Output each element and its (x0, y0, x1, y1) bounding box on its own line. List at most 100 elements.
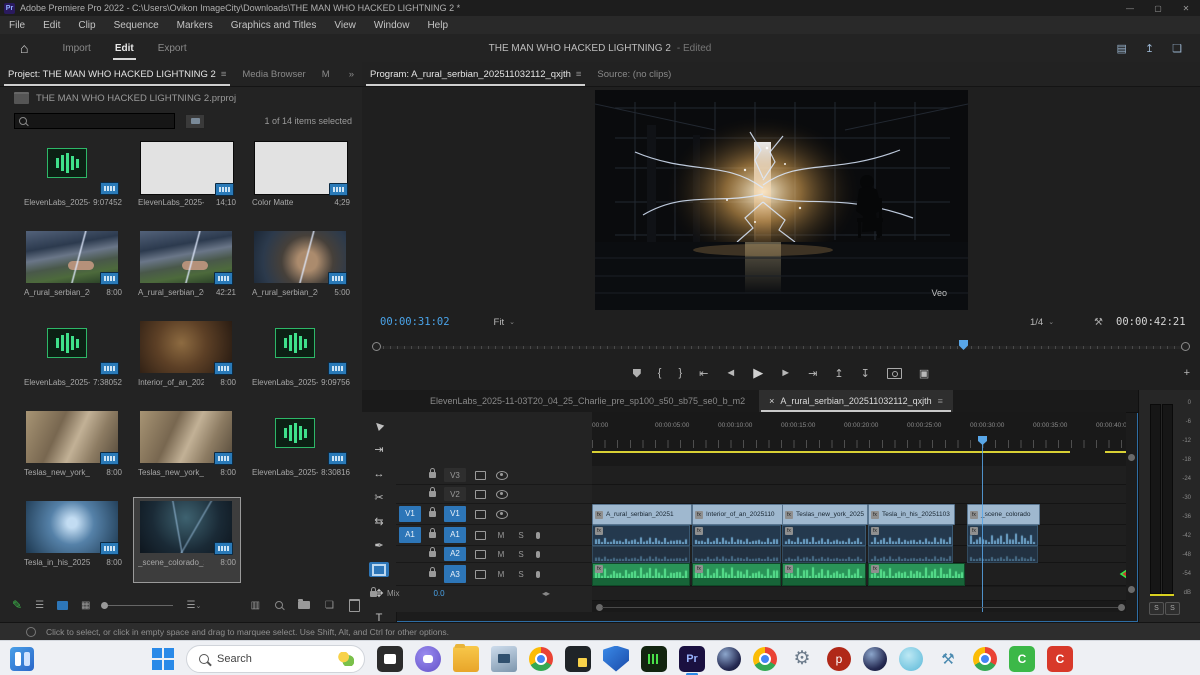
breadcrumb[interactable]: THE MAN WHO HACKED LIGHTNING 2.prproj (0, 87, 362, 109)
timeline-clip-video[interactable]: fxInterior_of_an_2025110 (692, 504, 783, 525)
sync-lock-icon[interactable] (475, 471, 486, 480)
bin-item[interactable]: Color Matte4;29 (248, 138, 354, 222)
timeline-clip-video[interactable]: fx_scene_colorado (967, 504, 1040, 525)
bin-item[interactable]: A_rural_serbian_202..42:21 (134, 228, 240, 312)
bin-item[interactable]: ElevenLabs_2025-..9:09756 (248, 318, 354, 402)
fullscreen-icon[interactable]: ❏ (1172, 42, 1182, 55)
timeline-clip-audio[interactable]: fx (592, 525, 690, 546)
workspace-tab-edit[interactable]: Edit (103, 37, 146, 60)
mix-gain-value[interactable]: 0.0 (433, 589, 444, 598)
track-target-v3[interactable]: V3 (444, 468, 466, 483)
timeline-clip-audio[interactable] (967, 546, 1038, 563)
toggle-track-output-icon[interactable] (496, 510, 508, 519)
hscroll-track[interactable] (602, 607, 1118, 608)
playback-resolution-select[interactable]: 1/4⌄ (1030, 317, 1054, 328)
add-button-icon[interactable]: + (1184, 367, 1190, 379)
automate-to-sequence-icon[interactable]: ▥ (251, 600, 260, 611)
quick-export-icon[interactable]: ▤ (1117, 42, 1127, 55)
widgets-icon[interactable] (10, 647, 34, 671)
bin-item[interactable]: Interior_of_an_202511..8:00 (134, 318, 240, 402)
sync-lock-icon[interactable] (475, 510, 486, 519)
tab-project[interactable]: Project: THE MAN WHO HACKED LIGHTNING 2≡ (0, 62, 234, 86)
tab-sequence-inactive[interactable]: ElevenLabs_2025-11-03T20_04_25_Charlie_p… (430, 396, 745, 406)
panel-menu-icon[interactable]: ≡ (938, 396, 943, 406)
scrubber-right-knob[interactable] (1181, 342, 1190, 351)
mute-button[interactable]: M (496, 531, 506, 540)
solo-button[interactable]: S (516, 531, 526, 540)
play-icon[interactable]: ▶ (753, 365, 763, 381)
add-marker-icon[interactable] (633, 369, 641, 378)
track-target-v2[interactable]: V2 (444, 487, 466, 502)
tab-media-browser[interactable]: Media Browser (234, 62, 313, 86)
settings-wrench-icon[interactable]: ⚒ (1094, 317, 1103, 328)
source-patch[interactable]: A1 (399, 527, 421, 543)
tab-source-monitor[interactable]: Source: (no clips) (589, 62, 679, 86)
list-view-button[interactable]: ☰ (35, 600, 44, 611)
sync-lock-icon[interactable] (475, 550, 486, 559)
device-app-icon[interactable] (491, 646, 517, 672)
timeline-clip-video[interactable]: fxTeslas_new_york_2025 (782, 504, 868, 525)
search-input[interactable] (14, 113, 175, 129)
track-target-a2[interactable]: A2 (444, 547, 466, 560)
solo-left-button[interactable]: S (1149, 602, 1164, 615)
chat-icon[interactable] (415, 646, 441, 672)
lock-icon[interactable] (429, 532, 436, 538)
filter-bin-content-button[interactable] (185, 114, 205, 129)
defender-shield-icon[interactable] (603, 646, 629, 672)
powertoys-icon[interactable]: ⚒ (935, 646, 961, 672)
bin-item[interactable]: ElevenLabs_2025-11-..14;10 (134, 138, 240, 222)
menu-markers[interactable]: Markers (168, 20, 222, 31)
extract-icon[interactable]: ↧ (861, 367, 870, 380)
lock-icon[interactable] (429, 551, 436, 557)
program-timecode[interactable]: 00:00:31:02 (380, 316, 450, 328)
bin-item[interactable]: ElevenLabs_2025-..8:30816 (248, 408, 354, 492)
sync-lock-icon[interactable] (475, 570, 486, 579)
bin-item[interactable]: ElevenLabs_2025-..9:07452 (20, 138, 126, 222)
program-scrubber[interactable] (376, 340, 1186, 350)
track-target-a1[interactable]: A1 (444, 527, 466, 543)
sort-icons-button[interactable]: ☰⌄ (186, 600, 201, 611)
voiceover-record-icon[interactable] (536, 551, 540, 558)
timeline-clip-audio[interactable]: fx (967, 525, 1038, 546)
share-icon[interactable]: ↥ (1145, 42, 1154, 55)
bin-item[interactable]: A_rural_serbian_2025..5:00 (248, 228, 354, 312)
tab-overflow-truncated[interactable]: M (314, 62, 338, 86)
step-forward-icon[interactable]: ► (780, 367, 791, 379)
timeline-tracks-area[interactable]: 00:0000:00:05:0000:00:10:0000:00:15:0000… (592, 412, 1126, 612)
timeline-clip-video[interactable]: fxTesla_in_his_20251103 (868, 504, 955, 525)
toggle-track-output-icon[interactable] (496, 471, 508, 480)
zoom-level-select[interactable]: Fit⌄ (494, 317, 515, 328)
tab-sequence-active[interactable]: × A_rural_serbian_202511032112_qxjth ≡ (759, 390, 953, 412)
new-item-icon[interactable]: ❏ (325, 600, 334, 611)
find-icon[interactable] (275, 601, 283, 609)
mute-button[interactable]: M (496, 550, 506, 559)
voiceover-record-icon[interactable] (536, 532, 540, 539)
menu-view[interactable]: View (325, 20, 365, 31)
sync-lock-icon[interactable] (475, 531, 486, 540)
minimize-button[interactable]: — (1116, 4, 1144, 13)
pen-tool[interactable]: ✒ (369, 538, 389, 553)
solo-button[interactable]: S (516, 570, 526, 579)
ripple-edit-tool[interactable]: ↔ (369, 466, 389, 481)
vzoom-bottom-knob[interactable] (1128, 586, 1135, 593)
menu-clip[interactable]: Clip (69, 20, 104, 31)
chrome-profile-icon[interactable] (753, 647, 777, 671)
menu-graphics-and-titles[interactable]: Graphics and Titles (222, 20, 326, 31)
bin-item[interactable]: ElevenLabs_2025-..7:38052 (20, 318, 126, 402)
panel-menu-icon[interactable]: ≡ (221, 69, 227, 80)
voiceover-record-icon[interactable] (536, 571, 540, 578)
panel-menu-icon[interactable]: ≡ (576, 69, 582, 80)
export-frame-icon[interactable] (887, 368, 902, 379)
timeline-clip-narration[interactable]: fx (692, 563, 781, 586)
settings-gear-icon[interactable]: ⚙ (789, 646, 815, 672)
icon-view-button[interactable] (57, 601, 68, 610)
start-button[interactable] (152, 648, 174, 670)
menu-window[interactable]: Window (365, 20, 419, 31)
lock-icon[interactable] (429, 491, 436, 497)
bin-item[interactable]: Tesla_in_his_2025110..8:00 (20, 498, 126, 582)
timeline-clip-video[interactable]: fxA_rural_serbian_20251 (592, 504, 692, 525)
recorder-app-icon[interactable] (641, 646, 667, 672)
timeline-clip-audio[interactable]: fx (782, 525, 866, 546)
scrubber-left-knob[interactable] (372, 342, 381, 351)
file-explorer-icon[interactable] (453, 646, 479, 672)
